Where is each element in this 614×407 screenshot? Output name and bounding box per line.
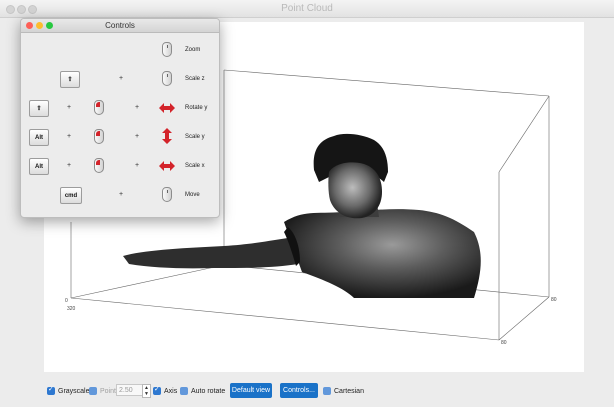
points-check-icon[interactable]: [89, 387, 97, 395]
axis-checkbox[interactable]: Axis: [153, 384, 177, 398]
move-label: Move: [185, 192, 200, 198]
auto-rotate-label: Auto rotate: [191, 387, 226, 395]
points-checkbox[interactable]: Points: [89, 384, 119, 398]
axis-label: Axis: [164, 387, 178, 395]
auto-rotate-checkbox[interactable]: Auto rotate: [180, 384, 225, 398]
plus-sign: +: [135, 104, 140, 111]
alt-key-icon: Alt: [29, 158, 49, 175]
cmd-key-icon: cmd: [60, 187, 82, 204]
mouse-left-click-icon: [94, 129, 104, 144]
scale-x-label: Scale x: [185, 163, 205, 169]
horizontal-arrow-icon: [159, 103, 175, 113]
rotate-y-label: Rotate y: [185, 105, 208, 111]
controls-button[interactable]: Controls...: [280, 383, 318, 398]
vertical-arrow-icon: [162, 128, 172, 144]
zoom-label: Zoom: [185, 47, 201, 53]
plus-sign: +: [67, 162, 72, 169]
horizontal-arrow-icon: [159, 161, 175, 171]
mouse-scroll-icon: [162, 42, 172, 57]
controls-titlebar[interactable]: Controls: [21, 19, 219, 33]
alt-key-icon: Alt: [29, 129, 49, 146]
controls-window[interactable]: Controls Zoom ⇧ + Scale z ⇧ + + Rotate y…: [20, 18, 220, 218]
mouse-left-click-icon: [94, 158, 104, 173]
plus-sign: +: [67, 133, 72, 140]
cartesian-label: Cartesian: [334, 387, 364, 395]
shift-key-icon: ⇧: [29, 100, 49, 117]
auto-rotate-check-icon[interactable]: [180, 387, 188, 395]
tick-label-right-bottom: 80: [501, 340, 507, 346]
mouse-scroll-icon: [162, 187, 172, 202]
grayscale-check-icon[interactable]: [47, 385, 55, 395]
tick-label-origin-x: 320: [67, 306, 76, 312]
mouse-left-click-icon: [94, 100, 104, 115]
scale-y-label: Scale y: [185, 134, 205, 140]
plus-sign: +: [119, 75, 124, 82]
default-view-button[interactable]: Default view: [230, 383, 272, 398]
main-titlebar: Point Cloud: [0, 0, 614, 18]
tick-label-right-top: 80: [551, 297, 557, 303]
shift-key-icon: ⇧: [60, 71, 80, 88]
controls-title: Controls: [105, 21, 135, 30]
axis-check-icon[interactable]: [153, 385, 161, 395]
plus-sign: +: [135, 162, 140, 169]
window-title: Point Cloud: [281, 3, 333, 14]
tick-label-origin-y: 0: [65, 298, 68, 304]
cartesian-check-icon[interactable]: [323, 387, 331, 395]
points-size-stepper[interactable]: ▲ ▼: [142, 384, 151, 398]
plus-sign: +: [135, 133, 140, 140]
grayscale-checkbox[interactable]: Grayscale: [47, 384, 90, 398]
plus-sign: +: [67, 104, 72, 111]
scale-z-label: Scale z: [185, 76, 205, 82]
grayscale-label: Grayscale: [58, 387, 90, 395]
plus-sign: +: [119, 191, 124, 198]
cartesian-checkbox[interactable]: Cartesian: [323, 384, 364, 398]
mouse-scroll-icon: [162, 71, 172, 86]
